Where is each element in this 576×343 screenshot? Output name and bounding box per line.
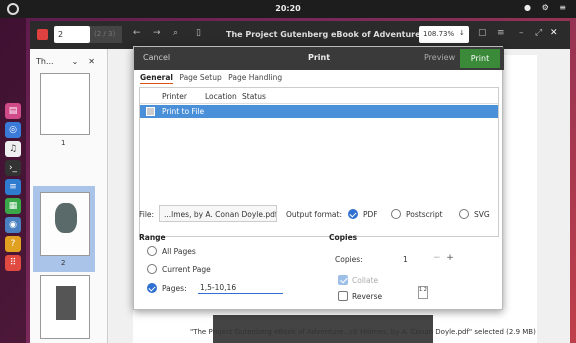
file-label: File:	[139, 210, 155, 219]
minimize-icon[interactable]: –	[519, 28, 524, 38]
page-thumbnail[interactable]	[40, 275, 90, 339]
close-sidebar-icon[interactable]: ✕	[88, 57, 95, 66]
pages-input[interactable]: 1,5-10,16	[198, 280, 283, 294]
page-thumbnail[interactable]	[40, 73, 90, 135]
collate-label: Collate	[352, 276, 379, 285]
column-location[interactable]: Location	[205, 92, 237, 101]
browser-icon[interactable]: ◎	[5, 122, 21, 138]
writer-icon[interactable]: ≡	[5, 179, 21, 195]
bookmark-icon[interactable]: ▯	[196, 28, 201, 38]
format-svg-label: SVG	[474, 210, 490, 219]
close-icon[interactable]: ✕	[550, 28, 558, 38]
zoom-dropdown-icon[interactable]: ↓	[459, 29, 465, 37]
copies-input[interactable]: 1	[403, 255, 408, 264]
format-postscript-radio[interactable]	[391, 209, 401, 219]
music-icon[interactable]: ♫	[5, 141, 21, 157]
window-title: The Project Gutenberg eBook of Adventure…	[226, 30, 449, 39]
print-dialog-header: Cancel Print Preview Print	[134, 47, 504, 70]
status-bar: "The Project Gutenberg eBook of Adventur…	[190, 328, 536, 336]
page-count: (2 / 3)	[90, 26, 122, 43]
sidebar: Th...⌄✕ 1 2 3	[30, 49, 108, 343]
page-number-input[interactable]: 2	[54, 26, 90, 43]
print-dialog: Cancel Print Preview Print General Page …	[133, 46, 504, 310]
preview-button[interactable]: Preview	[424, 53, 455, 62]
reverse-checkbox[interactable]	[338, 291, 348, 301]
terminal-icon[interactable]: ›_	[5, 160, 21, 176]
range-all-radio[interactable]	[147, 246, 157, 256]
printer-list-header: Printer Location Status	[140, 88, 498, 104]
tab-page-setup[interactable]: Page Setup	[179, 73, 221, 82]
file-row: File: ...lmes, by A. Conan Doyle.pdf Out…	[139, 205, 499, 223]
format-pdf-radio[interactable]	[348, 209, 358, 219]
increment-icon[interactable]: +	[446, 253, 454, 263]
range-current-label: Current Page	[162, 265, 211, 274]
top-bar: 20:20 ● ⚙ ≡	[0, 0, 576, 18]
output-format-label: Output format:	[286, 210, 342, 219]
app-icon	[37, 29, 48, 40]
range-current-radio[interactable]	[147, 264, 157, 274]
format-pdf-label: PDF	[363, 210, 378, 219]
cover-illustration	[55, 203, 77, 233]
reverse-label: Reverse	[352, 292, 383, 301]
forward-icon[interactable]: →	[153, 28, 161, 38]
copies-label: Copies:	[335, 255, 363, 264]
calc-icon[interactable]: ▦	[5, 198, 21, 214]
dock: ▤ ◎ ♫ ›_ ≡ ▦ ◉ ? ⠿	[0, 18, 26, 343]
search-icon[interactable]: ⌕	[173, 28, 178, 38]
column-printer[interactable]: Printer	[162, 92, 187, 101]
range-pages-radio[interactable]	[147, 283, 157, 293]
back-icon[interactable]: ←	[133, 28, 141, 38]
print-button[interactable]: Print	[460, 49, 500, 68]
tab-page-handling[interactable]: Page Handling	[228, 73, 282, 82]
software-icon[interactable]: ◉	[5, 217, 21, 233]
collate-preview-icon: 1 2	[418, 286, 428, 299]
tab-general[interactable]: General	[140, 73, 173, 84]
annotate-icon[interactable]: ▢	[478, 28, 487, 38]
clock[interactable]: 20:20	[0, 4, 576, 13]
printer-name: Print to File	[162, 107, 205, 116]
thumbnail-label: 2	[61, 259, 66, 267]
header-bar: 2 (2 / 3) ← → ⌕ ▯ The Project Gutenberg …	[30, 21, 570, 49]
dialog-tabs: General Page Setup Page Handling	[140, 73, 286, 84]
column-status[interactable]: Status	[242, 92, 266, 101]
chevron-down-icon[interactable]: ⌄	[72, 57, 79, 66]
help-icon[interactable]: ?	[5, 236, 21, 252]
copies-title: Copies	[329, 233, 358, 242]
range-all-label: All Pages	[162, 247, 196, 256]
decrement-icon[interactable]: −	[433, 253, 441, 263]
appgrid-icon[interactable]: ⠿	[5, 255, 21, 271]
format-postscript-label: Postscript	[406, 210, 443, 219]
sidebar-header[interactable]: Th... ⌄ ✕	[36, 57, 95, 66]
files-icon[interactable]: ▤	[5, 103, 21, 119]
format-svg-radio[interactable]	[459, 209, 469, 219]
page-thumbnail-selected[interactable]	[40, 192, 90, 256]
printer-icon	[146, 107, 155, 116]
menu-icon[interactable]: ≡	[497, 28, 505, 38]
range-title: Range	[139, 233, 166, 242]
system-tray[interactable]: ● ⚙ ≡	[524, 3, 570, 12]
thumbnail-label: 1	[61, 139, 66, 147]
sidebar-mode-label: Th...	[36, 57, 54, 66]
copies-stepper[interactable]: − +	[433, 253, 454, 263]
file-chooser-button[interactable]: ...lmes, by A. Conan Doyle.pdf	[159, 205, 277, 222]
figure-illustration	[56, 286, 76, 320]
maximize-icon[interactable]: ⤢	[535, 28, 542, 38]
printer-row[interactable]: Print to File	[140, 105, 498, 118]
collate-checkbox[interactable]	[338, 275, 348, 285]
range-pages-label: Pages:	[162, 284, 187, 293]
